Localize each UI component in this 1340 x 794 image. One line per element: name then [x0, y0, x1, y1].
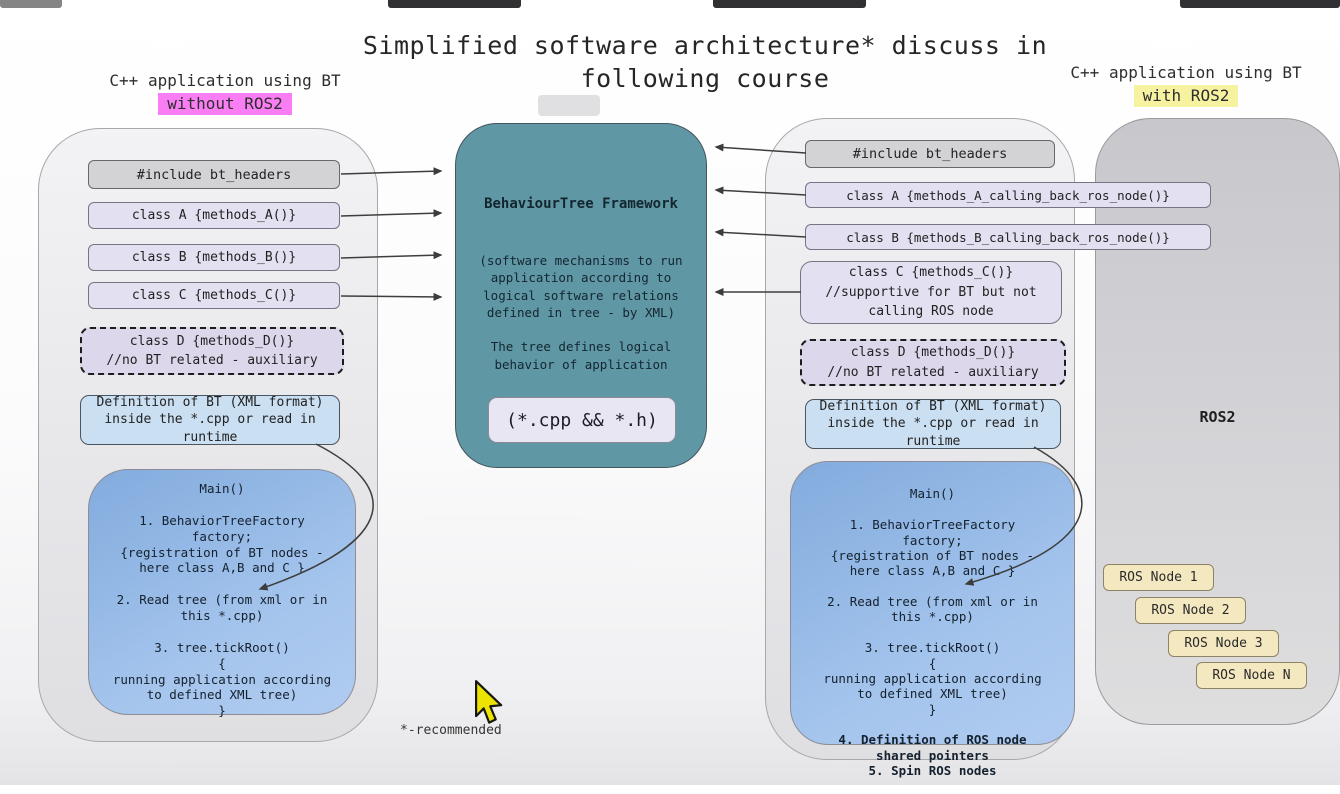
right-column-header-text: C++ application using BT	[1032, 62, 1340, 84]
ros2-panel-title: ROS2	[1095, 408, 1340, 426]
left-column-header-text: C++ application using BT	[70, 70, 380, 92]
video-artifact-blob	[538, 95, 600, 116]
ros-node-n-box: ROS Node N	[1196, 662, 1307, 689]
top-artifact-bar-3	[713, 0, 866, 8]
left-include-bt-headers-box: #include bt_headers	[88, 160, 340, 189]
right-class-d-box: class D {methods_D()} //no BT related - …	[800, 339, 1066, 386]
framework-files-box: (*.cpp && *.h)	[488, 397, 676, 443]
left-bt-definition-box: Definition of BT (XML format) inside the…	[80, 395, 340, 445]
framework-title: BehaviourTree Framework	[456, 196, 706, 212]
behaviourtree-framework-box: BehaviourTree Framework (software mechan…	[455, 123, 707, 468]
right-include-bt-headers-box: #include bt_headers	[805, 140, 1055, 168]
recommended-footnote: *-recommended	[400, 723, 530, 738]
left-class-c-box: class C {methods_C()}	[88, 282, 340, 309]
ros-node-1-box: ROS Node 1	[1103, 564, 1214, 591]
right-main-steps-4-5: 4. Definition of ROS node shared pointer…	[791, 732, 1074, 778]
left-column-header: C++ application using BT without ROS2	[70, 70, 380, 115]
highlight-with-ros2: with ROS2	[1134, 85, 1239, 108]
page-title: Simplified software architecture* discus…	[300, 30, 1110, 95]
ros-node-3-box: ROS Node 3	[1168, 630, 1279, 657]
left-class-a-box: class A {methods_A()}	[88, 202, 340, 229]
right-class-b-box: class B {methods_B_calling_back_ros_node…	[805, 224, 1211, 250]
left-main-function-box: Main() 1. BehaviorTreeFactory factory; {…	[88, 469, 356, 715]
top-artifact-bar-4	[1180, 0, 1340, 8]
left-class-d-box: class D {methods_D()} //no BT related - …	[80, 327, 344, 375]
left-class-b-box: class B {methods_B()}	[88, 244, 340, 271]
highlight-without-ros2: without ROS2	[158, 93, 292, 116]
mouse-cursor-icon	[468, 679, 506, 727]
right-column-header: C++ application using BT with ROS2	[1032, 62, 1340, 107]
right-main-function-box: Main() 1. BehaviorTreeFactory factory; {…	[790, 461, 1075, 745]
right-class-a-box: class A {methods_A_calling_back_ros_node…	[805, 182, 1211, 208]
framework-description: (software mechanisms to run application …	[456, 252, 706, 373]
ros-node-2-box: ROS Node 2	[1135, 597, 1246, 624]
right-class-c-box: class C {methods_C()} //supportive for B…	[800, 261, 1062, 324]
right-main-steps-1-3: Main() 1. BehaviorTreeFactory factory; {…	[791, 486, 1074, 717]
page-title-line1: Simplified software architecture* discus…	[300, 30, 1110, 63]
top-artifact-bar-1	[0, 0, 62, 8]
right-bt-definition-box: Definition of BT (XML format) inside the…	[805, 399, 1061, 449]
page-title-line2: following course	[300, 63, 1110, 96]
top-artifact-bar-2	[388, 0, 521, 8]
